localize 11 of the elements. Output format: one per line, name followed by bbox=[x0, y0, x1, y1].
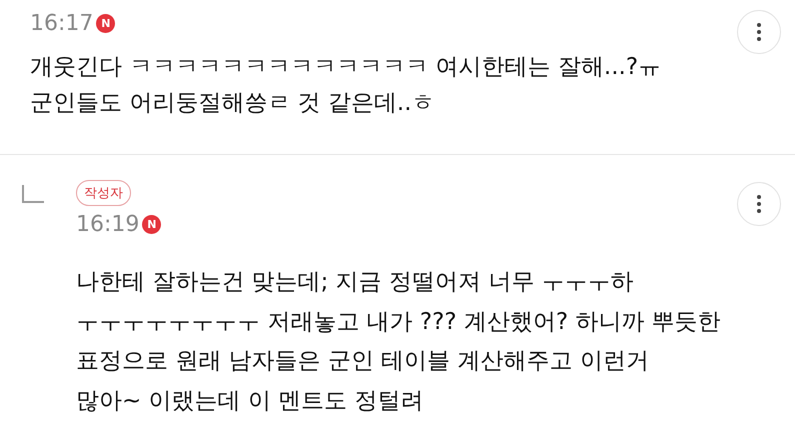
comment-time: 16:17 bbox=[30, 10, 94, 36]
author-tag: 작성자 bbox=[76, 180, 131, 206]
comment-time: 16:19 bbox=[76, 212, 140, 236]
comment-text: 개웃긴다 ㅋㅋㅋㅋㅋㅋㅋㅋㅋㅋㅋㅋㅋ 여시한테는 잘해...?ㅠ 군인들도 어리둥절해씅ㄹ 것 같은데..ㅎ bbox=[30, 53, 662, 118]
more-button[interactable] bbox=[737, 182, 781, 226]
comment-text: 나한테 잘하는건 맞는데; 지금 정떨어져 너무 ㅜㅜㅜ하 ㅜㅜㅜㅜㅜㅜㅜㅜ 저래놓고 내가 ??? 계산했어? 하니까 뿌듯한 표정으로 원래 남자들은 군인 테이블 계산해주고 이런거 많아~ 이랬는데 이 멘트도 정털려 bbox=[76, 268, 722, 416]
more-icon bbox=[757, 23, 761, 41]
more-button[interactable] bbox=[737, 10, 781, 54]
new-badge: N bbox=[96, 14, 116, 32]
more-icon bbox=[757, 195, 761, 213]
new-badge: N bbox=[142, 214, 162, 234]
